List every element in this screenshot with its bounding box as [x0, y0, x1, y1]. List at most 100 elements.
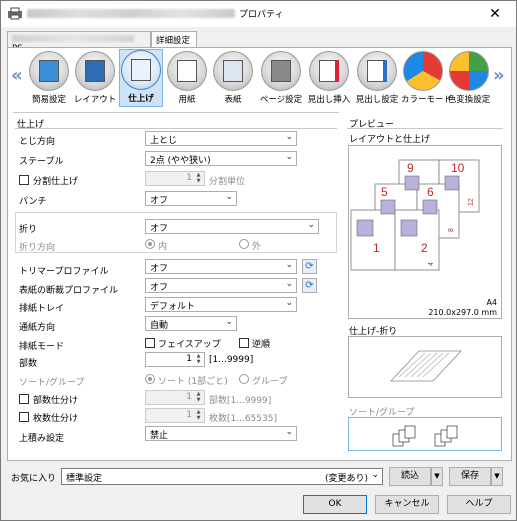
fold-select[interactable]: オフ ⌄ — [145, 219, 319, 234]
copy-split-value: 1 — [186, 392, 192, 402]
ribbon-cover[interactable]: 表紙 — [211, 51, 255, 105]
stack-label: 上積み設定 — [19, 434, 65, 444]
copy-split-range: 部数[1...9999] — [209, 396, 272, 406]
ribbon-layout[interactable]: レイアウト — [73, 51, 117, 105]
chevron-down-icon: ⌄ — [285, 260, 293, 270]
split-checkbox[interactable] — [19, 175, 29, 185]
copy-split-stepper[interactable]: 1 ▲ ▼ — [145, 390, 205, 405]
printer-icon — [8, 7, 22, 20]
staple-select[interactable]: 2点 (やや狭い) ⌄ — [145, 151, 297, 166]
fold-value: オフ — [150, 224, 169, 234]
sort-label: ソート (1部ごと) — [158, 377, 228, 387]
ribbon-paper[interactable]: 用紙 — [165, 51, 209, 105]
ribbon-label: カラーモード — [401, 95, 453, 105]
fold-preview-image — [390, 350, 462, 382]
binding-label: とじ方向 — [19, 137, 56, 147]
fold-in-label: 内 — [158, 242, 168, 252]
cover-icon — [213, 51, 253, 91]
copies-stepper[interactable]: 1 ▲ ▼ — [145, 352, 205, 367]
fold-direction-label: 折り方向 — [19, 243, 56, 253]
output-tray-select[interactable]: デフォルト ⌄ — [145, 297, 297, 312]
sheet-split-range: 枚数[1...65535] — [209, 414, 277, 424]
paper-icon — [167, 51, 207, 91]
ribbon-page-setup[interactable]: ページ設定 — [259, 51, 303, 105]
ribbon-finishing[interactable]: 仕上げ — [119, 49, 163, 107]
feed-direction-value: 自動 — [150, 321, 169, 331]
sheet-split-checkbox[interactable] — [19, 412, 29, 422]
cover-trim-select[interactable]: オフ ⌄ — [145, 278, 297, 293]
chevron-down-icon: ⌄ — [307, 220, 315, 230]
ribbon-tab-insert[interactable]: 見出し挿入 — [307, 51, 351, 105]
help-button[interactable]: ヘルプ — [447, 495, 511, 514]
chevron-down-icon: ⌄ — [285, 427, 293, 437]
ribbon-color-convert[interactable]: 色変換設定 — [447, 51, 491, 105]
save-dropdown-icon[interactable]: ▼ — [491, 467, 503, 486]
cancel-button[interactable]: キャンセル — [375, 495, 439, 514]
booklet-preview-image: 9 10 12 5 6 8 1 2 4 — [350, 159, 480, 271]
copy-split-label: 部数仕分け — [33, 396, 79, 406]
stack-select[interactable]: 禁止 ⌄ — [145, 426, 297, 441]
split-stepper[interactable]: 1 ▲ ▼ — [145, 171, 205, 186]
page-setup-icon — [261, 51, 301, 91]
ribbon-label: 見出し挿入 — [307, 95, 351, 105]
ok-button[interactable]: OK — [303, 495, 367, 514]
tab-advanced[interactable]: 詳細設定 — [151, 31, 197, 48]
load-button[interactable]: 読込 — [389, 467, 431, 486]
sort-preview-image — [392, 425, 458, 447]
ribbon-simple[interactable]: 簡易設定 — [27, 51, 71, 105]
sheet-split-stepper[interactable]: 1 ▲ ▼ — [145, 408, 205, 423]
page-number: 10 — [451, 161, 465, 175]
group-radio[interactable] — [239, 374, 249, 384]
punch-select[interactable]: オフ ⌄ — [145, 191, 237, 206]
reverse-order-label: 逆順 — [252, 340, 271, 350]
feed-direction-select[interactable]: 自動 ⌄ — [145, 316, 237, 331]
sheet-split-value: 1 — [186, 410, 192, 420]
refresh-icon[interactable]: ⟳ — [302, 259, 317, 274]
copy-split-checkbox[interactable] — [19, 394, 29, 404]
trimmer-select[interactable]: オフ ⌄ — [145, 259, 297, 274]
tab-settings-icon — [357, 51, 397, 91]
binding-value: 上とじ — [150, 136, 178, 146]
title-redacted — [27, 9, 235, 18]
trimmer-label: トリマープロファイル — [19, 267, 109, 277]
sort-radio[interactable] — [145, 374, 155, 384]
ribbon-label: 見出し設定 — [355, 95, 399, 105]
stepper-arrows-icon: ▲ ▼ — [196, 391, 201, 403]
favorites-changed: (変更あり) — [324, 474, 368, 484]
face-up-checkbox[interactable] — [145, 338, 155, 348]
page-number: 6 — [427, 185, 434, 199]
favorites-select[interactable]: 標準設定 (変更あり) ⌄ — [61, 468, 383, 485]
ribbon-tab-settings[interactable]: 見出し設定 — [355, 51, 399, 105]
stepper-arrows-icon: ▲ ▼ — [196, 409, 201, 421]
page-number: 12 — [468, 198, 475, 206]
refresh-icon[interactable]: ⟳ — [302, 278, 317, 293]
close-icon[interactable]: ✕ — [479, 4, 511, 24]
split-value: 1 — [186, 173, 192, 183]
ribbon-color-mode[interactable]: カラーモード — [401, 51, 453, 105]
load-dropdown-icon[interactable]: ▼ — [431, 467, 443, 486]
page-number: 5 — [381, 185, 388, 199]
output-mode-label: 排紙モード — [19, 342, 65, 352]
divider — [15, 128, 337, 129]
sort-group-label: ソート/グループ — [19, 378, 85, 388]
staple-value: 2点 (やや狭い) — [150, 156, 211, 166]
fold-out-radio[interactable] — [239, 239, 249, 249]
copies-range: [1...9999] — [209, 355, 254, 365]
fold-in-radio[interactable] — [145, 239, 155, 249]
reverse-order-checkbox[interactable] — [239, 338, 249, 348]
chevron-down-icon: ⌄ — [285, 298, 293, 308]
tab-printer[interactable]: PS — [7, 31, 151, 54]
binding-select[interactable]: 上とじ ⌄ — [145, 131, 297, 146]
trimmer-value: オフ — [150, 264, 169, 274]
group-label: グループ — [252, 377, 288, 387]
scroll-left-icon[interactable]: « — [11, 65, 23, 86]
chevron-down-icon: ⌄ — [225, 317, 233, 327]
preview-layout-label: レイアウトと仕上げ — [349, 135, 431, 145]
copies-value: 1 — [186, 354, 192, 364]
stepper-arrows-icon: ▲ ▼ — [196, 172, 201, 184]
page-number: 4 — [428, 262, 435, 266]
ribbon-label: 色変換設定 — [447, 95, 491, 105]
ribbon-label: 簡易設定 — [31, 95, 66, 105]
scroll-right-icon[interactable]: » — [493, 65, 505, 86]
save-button[interactable]: 保存 — [449, 467, 491, 486]
